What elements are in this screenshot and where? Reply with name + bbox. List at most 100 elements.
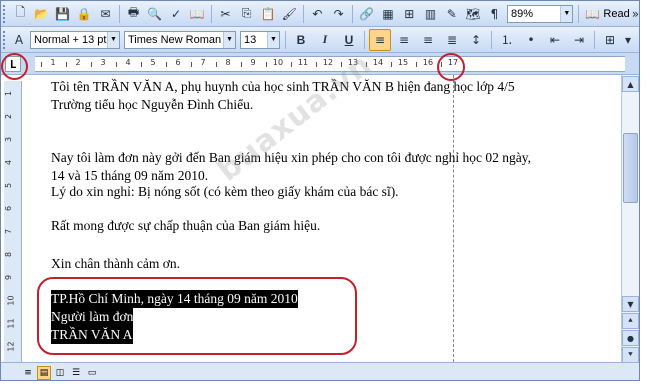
- vertical-ruler-number: 2: [4, 113, 14, 120]
- align-center-icon[interactable]: ≡: [393, 29, 415, 51]
- ruler-number: 9: [250, 58, 256, 67]
- read-button[interactable]: Read: [603, 8, 629, 20]
- new-document-icon[interactable]: 🗋: [11, 3, 30, 25]
- zoom-combo[interactable]: 89% ▼: [507, 4, 574, 23]
- decrease-indent-icon[interactable]: ⇤: [544, 29, 566, 51]
- ruler-tick: [290, 62, 292, 67]
- email-icon[interactable]: ✉: [96, 3, 115, 25]
- insert-table-icon[interactable]: ⊞: [400, 3, 419, 25]
- paragraph-line[interactable]: Lý do xin nghỉ: Bị nóng sốt (có kèm theo…: [51, 183, 399, 201]
- borders-icon[interactable]: ⊞: [599, 29, 621, 51]
- chevron-down-icon[interactable]: ▼: [267, 31, 279, 48]
- scroll-up-icon[interactable]: ▲: [622, 76, 639, 92]
- view-bar: ≡ ▤ ◫ ☰ ▭: [1, 362, 639, 380]
- columns-icon[interactable]: ▥: [421, 3, 440, 25]
- ruler-number: 16: [422, 58, 434, 67]
- chevron-down-icon[interactable]: ▾: [623, 29, 633, 51]
- bullets-icon[interactable]: •: [520, 29, 542, 51]
- vertical-ruler-number: 10: [6, 295, 16, 306]
- paragraph-line[interactable]: Rất mong được sự chấp thuận của Ban giám…: [51, 217, 320, 235]
- print-layout-view-icon[interactable]: ▤: [37, 365, 51, 380]
- standard-toolbar: 🗋 📂 💾 🔒 ✉ 🖶 🔍 ✓ 📖 ✂ ⎘ 📋 🖌 ↶ ↷ 🔗 ▦ ⊞ ▥ ✎ …: [1, 1, 639, 27]
- paragraph-line[interactable]: Tôi tên TRẦN VĂN A, phụ huynh của học si…: [51, 78, 515, 96]
- save-icon[interactable]: 💾: [53, 3, 72, 25]
- italic-button[interactable]: I: [314, 29, 336, 51]
- ruler-tick: [90, 62, 92, 67]
- ruler-tick: [240, 62, 242, 67]
- redo-icon[interactable]: ↷: [329, 3, 348, 25]
- chevron-down-icon[interactable]: ▼: [560, 5, 573, 22]
- select-browse-object-icon[interactable]: ●: [622, 330, 639, 346]
- vertical-ruler[interactable]: 1 2 3 4 5 6 7 8 9 10 11 12: [4, 81, 22, 371]
- undo-icon[interactable]: ↶: [308, 3, 327, 25]
- format-painter-icon[interactable]: 🖌: [280, 3, 299, 25]
- scroll-down-icon[interactable]: ▼: [622, 296, 639, 312]
- paste-icon[interactable]: 📋: [258, 3, 277, 25]
- tables-borders-icon[interactable]: ▦: [378, 3, 397, 25]
- show-hide-icon[interactable]: ¶: [485, 3, 504, 25]
- zoom-value: 89%: [511, 7, 534, 20]
- increase-indent-icon[interactable]: ⇥: [568, 29, 590, 51]
- vertical-ruler-number: 9: [4, 274, 14, 281]
- formatting-toolbar: A Normal + 13 pt ▼ Times New Roman ▼ 13 …: [1, 27, 639, 53]
- print-icon[interactable]: 🖶: [124, 3, 143, 25]
- ruler-bar: L 1 2 3 4 5 6 7 8 9 10 11 12 13 14 15 16 17: [1, 53, 639, 75]
- paragraph-line[interactable]: Xin chân thành cảm ơn.: [51, 255, 180, 273]
- ruler-tick: [265, 62, 267, 67]
- line-spacing-icon[interactable]: ↕: [465, 29, 487, 51]
- research-icon[interactable]: 📖: [188, 3, 207, 25]
- ruler-tick: [390, 62, 392, 67]
- toolbar-grip[interactable]: [3, 30, 7, 49]
- toolbar-grip[interactable]: [3, 4, 7, 23]
- hyperlink-icon[interactable]: 🔗: [357, 3, 376, 25]
- web-layout-view-icon[interactable]: ◫: [53, 366, 67, 380]
- next-page-icon[interactable]: ⯆: [622, 347, 639, 363]
- style-combo[interactable]: Normal + 13 pt ▼: [30, 30, 120, 49]
- drawing-icon[interactable]: ✎: [442, 3, 461, 25]
- numbering-icon[interactable]: ⒈: [496, 29, 518, 51]
- copy-icon[interactable]: ⎘: [237, 3, 256, 25]
- ruler-number: 10: [272, 58, 284, 67]
- document-map-icon[interactable]: 🗺: [463, 3, 482, 25]
- font-size-combo[interactable]: 13 ▼: [240, 30, 280, 49]
- ruler-number: 3: [100, 58, 106, 67]
- normal-view-icon[interactable]: ≡: [21, 366, 35, 380]
- previous-page-icon[interactable]: ⯅: [622, 313, 639, 329]
- chevron-down-icon[interactable]: ▼: [107, 31, 119, 48]
- chevron-down-icon[interactable]: ▼: [223, 31, 235, 48]
- cut-icon[interactable]: ✂: [216, 3, 235, 25]
- toolbar-options-icon[interactable]: »: [631, 3, 639, 25]
- spelling-icon[interactable]: ✓: [166, 3, 185, 25]
- align-right-icon[interactable]: ≡: [417, 29, 439, 51]
- right-margin-guide: [453, 75, 454, 362]
- vertical-ruler-number: 3: [4, 136, 14, 143]
- permission-icon[interactable]: 🔒: [75, 3, 94, 25]
- outline-view-icon[interactable]: ☰: [69, 366, 83, 380]
- vertical-ruler-number: 1: [4, 90, 14, 97]
- open-icon[interactable]: 📂: [32, 3, 51, 25]
- word-window: 🗋 📂 💾 🔒 ✉ 🖶 🔍 ✓ 📖 ✂ ⎘ 📋 🖌 ↶ ↷ 🔗 ▦ ⊞ ▥ ✎ …: [0, 0, 640, 381]
- reading-layout-view-icon[interactable]: ▭: [85, 366, 99, 380]
- bold-button[interactable]: B: [290, 29, 312, 51]
- ruler-tick: [215, 62, 217, 67]
- selection-highlight: [37, 277, 357, 355]
- align-left-icon[interactable]: ≡: [369, 28, 391, 51]
- scroll-thumb[interactable]: [623, 133, 638, 203]
- ruler-tick: [190, 62, 192, 67]
- tab-selector-highlight: [1, 53, 28, 80]
- vertical-scrollbar[interactable]: ▲ ▼ ⯅ ● ⯆: [621, 75, 639, 363]
- ruler-tick: [40, 62, 42, 67]
- ruler-number: 5: [150, 58, 156, 67]
- ruler-tick: [165, 62, 167, 67]
- ruler-number: 14: [372, 58, 384, 67]
- ruler-tab-highlight: [437, 53, 465, 81]
- ruler-tick: [315, 62, 317, 67]
- styles-icon[interactable]: A: [11, 29, 27, 51]
- vertical-ruler-number: 5: [4, 182, 14, 189]
- paragraph-line[interactable]: Trường tiểu học Nguyễn Đình Chiểu.: [51, 96, 253, 114]
- print-preview-icon[interactable]: 🔍: [145, 3, 164, 25]
- font-combo[interactable]: Times New Roman ▼: [124, 30, 236, 49]
- paragraph-line[interactable]: Nay tôi làm đơn này gởi đến Ban giám hiệ…: [51, 149, 531, 167]
- read-icon[interactable]: 📖: [583, 3, 602, 25]
- justify-icon[interactable]: ≣: [441, 29, 463, 51]
